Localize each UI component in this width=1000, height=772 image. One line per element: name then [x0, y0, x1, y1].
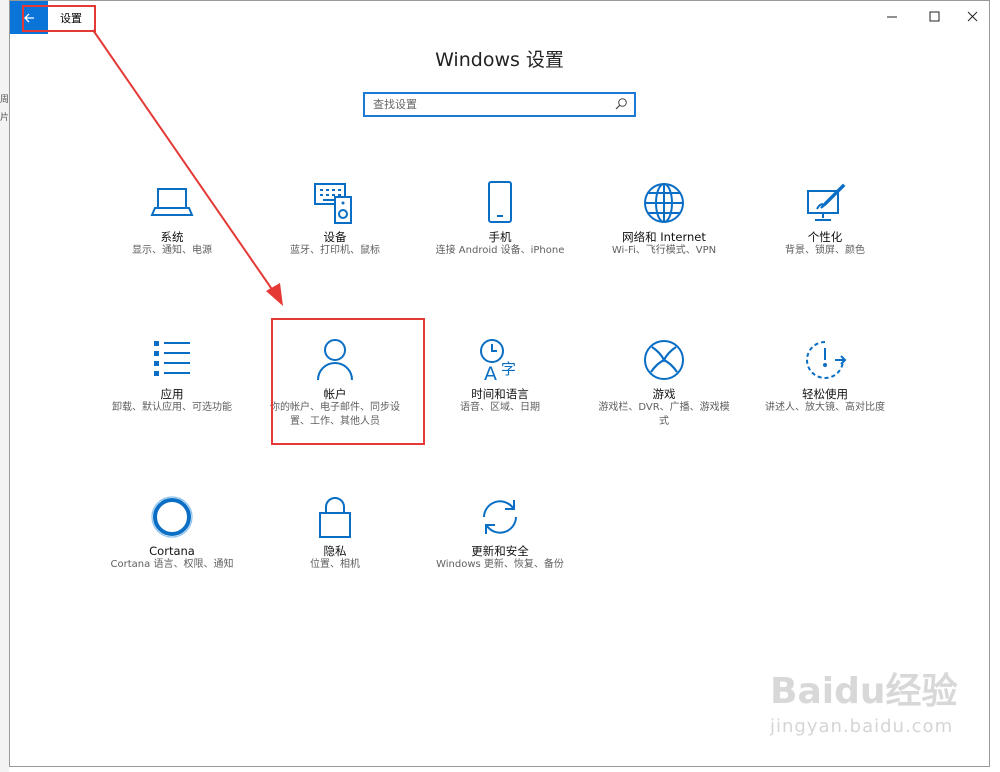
settings-window: 设置 Windows 设置 系统 显示、通知、电源: [9, 0, 990, 767]
watermark: Baidu经验 jingyan.baidu.com: [770, 662, 970, 762]
watermark-logo: Baidu经验: [770, 671, 958, 712]
close-button[interactable]: [964, 8, 980, 24]
phone-icon: [488, 181, 512, 223]
tile-personalization[interactable]: 个性化 背景、锁屏、颜色: [750, 181, 900, 258]
tile-label: 应用: [160, 387, 184, 401]
tile-network[interactable]: 网络和 Internet Wi-Fi、飞行模式、VPN: [589, 181, 739, 258]
tile-label: 个性化: [807, 230, 843, 244]
minimize-button[interactable]: [884, 8, 900, 24]
time-language-icon: A 字: [480, 339, 516, 382]
tile-description: 显示、通知、电源: [132, 245, 212, 256]
minimize-icon: [886, 16, 897, 17]
tile-privacy[interactable]: 隐私 位置、相机: [260, 495, 410, 572]
tile-label: 设备: [323, 230, 347, 244]
tile-ease-of-access[interactable]: 轻松使用 讲述人、放大镜、高对比度: [750, 338, 900, 415]
accounts-highlight: [271, 318, 425, 445]
tile-label: 手机: [488, 230, 512, 244]
tile-description: Cortana 语言、权限、通知: [110, 559, 234, 570]
tile-description: 讲述人、放大镜、高对比度: [765, 402, 885, 413]
svg-text:A: A: [484, 363, 497, 382]
sync-icon: [483, 500, 517, 534]
tile-description: 语音、区域、日期: [460, 402, 540, 413]
laptop-icon: [150, 188, 194, 216]
paint-tablet-icon: [807, 183, 846, 221]
desktop-edge: 周 片: [0, 0, 9, 772]
tile-description: Windows 更新、恢复、备份: [436, 559, 564, 570]
tile-label: 更新和安全: [471, 544, 529, 558]
ease-of-access-icon: [806, 341, 847, 379]
title-bar: 设置: [10, 1, 989, 34]
tile-system[interactable]: 系统 显示、通知、电源: [97, 181, 247, 258]
xbox-icon: [644, 340, 684, 380]
tile-label: 隐私: [323, 544, 347, 558]
tile-label: 游戏: [652, 387, 676, 401]
search-box[interactable]: [363, 92, 636, 117]
tile-description: 背景、锁屏、颜色: [785, 245, 865, 256]
tile-label: 网络和 Internet: [622, 230, 706, 244]
tile-gaming[interactable]: 游戏 游戏栏、DVR、广播、游戏模式: [589, 338, 739, 429]
globe-icon: [644, 183, 684, 223]
app-list-icon: [154, 341, 190, 376]
tile-label: 系统: [160, 230, 184, 244]
tile-description: 卸载、默认应用、可选功能: [112, 402, 232, 413]
maximize-icon: [929, 11, 939, 21]
tile-description: 蓝牙、打印机、鼠标: [290, 245, 380, 256]
search-input[interactable]: [365, 94, 613, 115]
tile-devices[interactable]: 设备 蓝牙、打印机、鼠标: [260, 181, 410, 258]
tile-phone[interactable]: 手机 连接 Android 设备、iPhone: [425, 181, 575, 258]
svg-text:字: 字: [501, 360, 516, 378]
tile-description: 游戏栏、DVR、广播、游戏模式: [598, 402, 730, 427]
maximize-button[interactable]: [926, 8, 942, 24]
tile-description: Wi-Fi、飞行模式、VPN: [611, 245, 717, 256]
tile-description: 位置、相机: [310, 559, 360, 570]
search-icon[interactable]: [614, 97, 628, 111]
back-title-highlight: [22, 5, 96, 32]
tile-cortana[interactable]: Cortana Cortana 语言、权限、通知: [97, 495, 247, 572]
tile-label: 时间和语言: [471, 387, 529, 401]
tile-label: Cortana: [149, 544, 195, 558]
lock-icon: [319, 497, 351, 538]
page-title: Windows 设置: [435, 49, 564, 71]
close-icon: [967, 11, 977, 21]
tile-update-security[interactable]: 更新和安全 Windows 更新、恢复、备份: [425, 495, 575, 572]
keyboard-speaker-icon: [314, 183, 352, 224]
cortana-icon: [151, 496, 193, 538]
tile-time-language[interactable]: A 字 时间和语言 语音、区域、日期: [425, 338, 575, 415]
tile-label: 轻松使用: [802, 387, 848, 401]
tile-description: 连接 Android 设备、iPhone: [435, 245, 565, 256]
watermark-url: jingyan.baidu.com: [770, 716, 954, 737]
tile-apps[interactable]: 应用 卸载、默认应用、可选功能: [97, 338, 247, 415]
